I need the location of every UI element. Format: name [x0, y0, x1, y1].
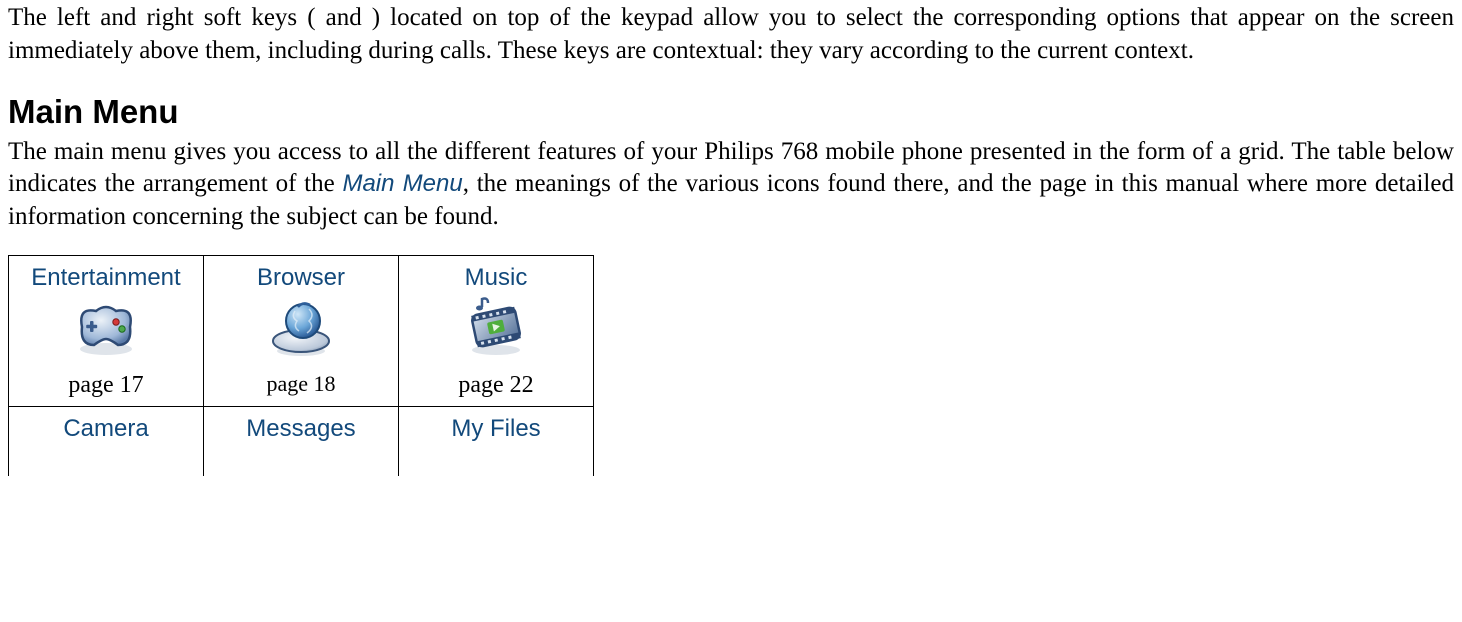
cell-messages: Messages [204, 406, 399, 476]
cell-camera: Camera [9, 406, 204, 476]
cell-entertainment: Entertainment [9, 256, 204, 406]
cell-music: Music [399, 256, 594, 406]
main-menu-italic: Main Menu [342, 170, 462, 197]
cell-title: Messages [246, 415, 355, 442]
cell-browser: Browser [204, 256, 399, 406]
gamepad-icon [13, 297, 199, 367]
globe-icon [208, 297, 394, 367]
soft-keys-paragraph: The left and right soft keys ( and ) loc… [8, 2, 1454, 67]
cell-title: Entertainment [31, 264, 180, 291]
cell-page: page 17 [13, 370, 199, 401]
cell-title: Browser [257, 264, 345, 291]
media-icon [403, 297, 589, 367]
cell-title: Camera [63, 415, 148, 442]
cell-title: Music [465, 264, 528, 291]
cell-my-files: My Files [399, 406, 594, 476]
cell-page: page 22 [403, 370, 589, 401]
main-menu-paragraph: The main menu gives you access to all th… [8, 136, 1454, 234]
main-menu-table: Entertainment [8, 255, 594, 476]
main-menu-heading: Main Menu [8, 91, 1454, 134]
table-row: Camera Messages My Files [9, 406, 594, 476]
cell-title: My Files [451, 415, 540, 442]
table-row: Entertainment [9, 256, 594, 406]
cell-page: page 18 [208, 370, 394, 399]
